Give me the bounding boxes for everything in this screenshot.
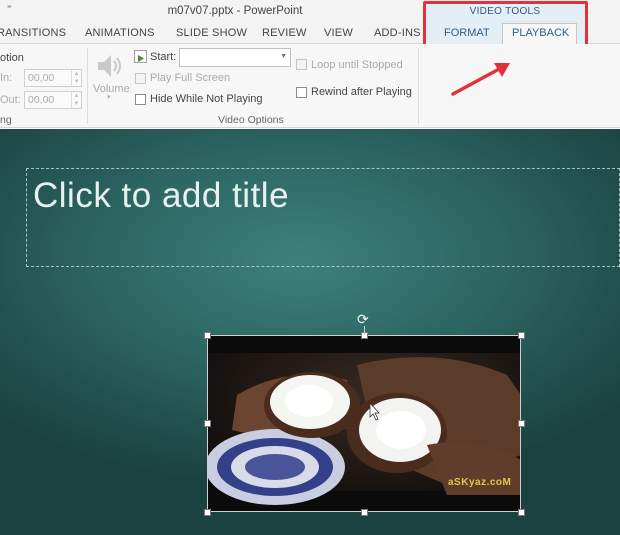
fade-out-spinner-icon[interactable]: ▲ ▼	[71, 92, 81, 108]
rewind-after-playing-label: Rewind after Playing	[311, 86, 412, 98]
volume-dropdown-icon[interactable]: ▾	[107, 93, 111, 101]
tab-animations[interactable]: ANIMATIONS	[85, 27, 155, 39]
rotate-icon[interactable]: ⟳	[357, 312, 369, 326]
fade-out-field[interactable]: 00,00 ▲ ▼	[24, 91, 82, 109]
rotate-handle-stem	[364, 326, 365, 335]
volume-button[interactable]	[95, 51, 125, 81]
resize-handle[interactable]	[204, 420, 211, 427]
start-icon	[134, 50, 147, 63]
fade-in-label: In:	[0, 72, 13, 84]
tab-transitions[interactable]: RANSITIONS	[0, 27, 66, 39]
chevron-down-icon: ▼	[280, 53, 287, 60]
tab-review[interactable]: REVIEW	[262, 27, 307, 39]
start-label: Start:	[150, 51, 177, 63]
group-separator	[418, 48, 419, 124]
start-dropdown[interactable]: ▼	[179, 48, 291, 67]
tab-slide-show[interactable]: SLIDE SHOW	[176, 27, 247, 39]
resize-handle[interactable]	[518, 509, 525, 516]
fade-duration-label: otion	[0, 52, 24, 64]
editing-group-label: ng	[0, 114, 12, 126]
hide-while-not-playing-label: Hide While Not Playing	[150, 93, 263, 105]
tab-view[interactable]: VIEW	[324, 27, 353, 39]
window-title: m07v07.pptx - PowerPoint	[167, 5, 303, 17]
loop-until-stopped-checkbox[interactable]	[296, 59, 307, 70]
speaker-icon	[98, 55, 121, 77]
play-full-screen-checkbox[interactable]	[135, 73, 146, 84]
quick-access-customize-icon[interactable]: ⁼	[7, 3, 12, 14]
play-full-screen-label: Play Full Screen	[150, 72, 231, 84]
video-options-group-label: Video Options	[218, 114, 284, 126]
title-placeholder-text: Click to add title	[33, 176, 290, 215]
annotation-arrow-icon	[451, 63, 510, 96]
volume-label: Volume	[93, 83, 130, 95]
resize-handle[interactable]	[361, 509, 368, 516]
watermark: aSKyaz.coM	[448, 477, 512, 488]
rewind-after-playing-checkbox[interactable]	[296, 87, 307, 98]
tab-add-ins[interactable]: ADD-INS	[374, 27, 421, 39]
loop-until-stopped-label: Loop until Stopped	[311, 59, 403, 71]
fade-in-field[interactable]: 00,00 ▲ ▼	[24, 69, 82, 87]
resize-handle[interactable]	[204, 509, 211, 516]
hide-while-not-playing-checkbox[interactable]	[135, 94, 146, 105]
group-separator	[87, 48, 88, 124]
fade-in-spinner-icon[interactable]: ▲ ▼	[71, 70, 81, 86]
resize-handle[interactable]	[518, 420, 525, 427]
resize-handle[interactable]	[518, 332, 525, 339]
resize-handle[interactable]	[204, 332, 211, 339]
fade-out-label: Out:	[0, 94, 21, 106]
